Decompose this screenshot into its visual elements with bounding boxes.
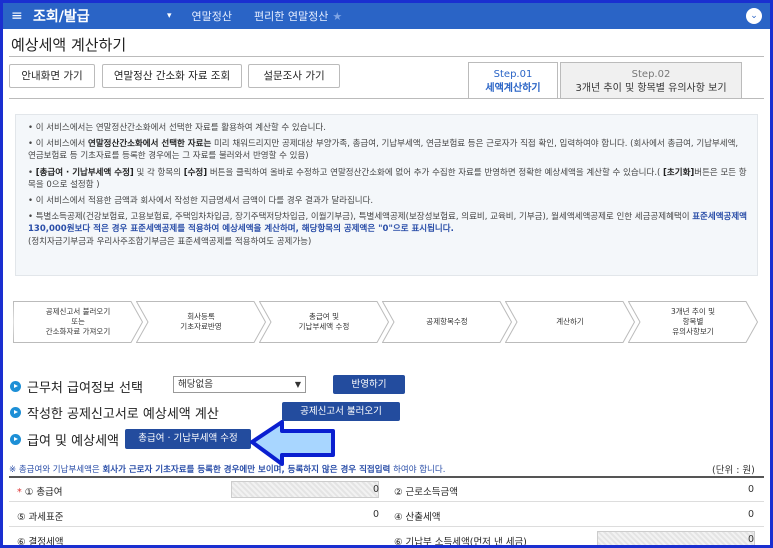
tab-step2-step: Step.02 (631, 69, 671, 80)
table-row: ⑤ 과세표준 0 ④ 산출세액 0 (9, 503, 764, 527)
info-line: • 이 서비스에서는 연말정산간소화에서 선택한 자료를 활용하여 계산할 수 … (28, 123, 326, 133)
determined-tax-label: ⑥ 결정세액 (17, 537, 64, 545)
calculated-tax-value: 0 (747, 509, 754, 520)
info-box: • 이 서비스에서는 연말정산간소화에서 선택한 자료를 활용하여 계산할 수 … (15, 114, 758, 276)
tax-base-label: ⑤ 과세표준 (17, 512, 64, 523)
process-step: 공제신고서 불러오기 또는 간소화자료 가져오기 (13, 301, 143, 343)
top-nav-bar: ≡ 조회/발급 ▾ 연말정산 편리한 연말정산 ★ ⌄ (3, 3, 770, 29)
info-line: • 이 서비스에서 적용한 금액과 회사에서 작성한 지급명세서 금액이 다를 … (28, 196, 374, 207)
tab-step2[interactable]: Step.02 3개년 추이 및 항목별 유의사항 보기 (560, 62, 742, 99)
table-row: ⑥ 결정세액 ⑥ 기납부 소득세액(먼저 낸 세금) 0 (9, 528, 764, 545)
breadcrumb-item-convenient[interactable]: 편리한 연말정산 (254, 8, 328, 24)
process-step: 총급여 및 기납부세액 수정 (259, 301, 389, 343)
section-label-salary: 급여 및 예상세액 (27, 434, 119, 449)
tab-step1-step: Step.01 (493, 69, 533, 80)
process-step-label: 공제신고서 불러오기 또는 간소화자료 가져오기 (45, 307, 111, 336)
tab-step2-label: 3개년 추이 및 항목별 유의사항 보기 (575, 83, 727, 94)
tab-divider (9, 98, 764, 99)
process-step-label: 공제항목수정 (426, 317, 468, 326)
bullet-arrow-icon (10, 381, 21, 392)
expand-chevron-icon[interactable]: ⌄ (746, 8, 762, 24)
process-step: 계산하기 (505, 301, 635, 343)
prepaid-tax-label: ⑥ 기납부 소득세액(먼저 낸 세금) (394, 537, 527, 545)
process-step: 공제항목수정 (382, 301, 512, 343)
top-menu-title[interactable]: 조회/발급 (33, 6, 153, 26)
workplace-select-value: 해당없음 (178, 379, 213, 390)
earned-income-value: 0 (747, 484, 754, 495)
bullet-arrow-icon (10, 407, 21, 418)
total-salary-label: * ① 총급여 (17, 487, 63, 498)
workplace-select[interactable]: 해당없음 ▼ (173, 376, 306, 393)
tax-base-value: 0 (372, 509, 379, 520)
simple-lookup-button[interactable]: 연말정산 간소화 자료 조회 (102, 64, 242, 88)
title-divider (9, 56, 764, 57)
unit-label: (단위 : 원) (712, 465, 755, 476)
prepaid-tax-value: 0 (747, 534, 754, 545)
guide-button[interactable]: 안내화면 가기 (9, 64, 95, 88)
total-salary-value: 0 (372, 484, 379, 495)
survey-button[interactable]: 설문조사 가기 (248, 64, 340, 88)
calculated-tax-label: ④ 산출세액 (394, 512, 441, 523)
process-steps: 공제신고서 불러오기 또는 간소화자료 가져오기 회사등록 기초자료반영 총급여 및 기납부… (13, 301, 758, 343)
process-step-label: 3개년 추이 및 항목별 유의사항보기 (670, 307, 716, 336)
info-line: • 특별소득공제(건강보험료, 고용보험료, 주택임차차입금, 장기주택저당차입… (28, 212, 747, 247)
earned-income-label: ② 근로소득금액 (394, 487, 458, 498)
tab-step1-label: 세액계산하기 (485, 83, 541, 94)
star-icon[interactable]: ★ (332, 10, 342, 23)
page-title: 예상세액 계산하기 (11, 36, 127, 54)
menu-icon[interactable]: ≡ (11, 8, 27, 24)
info-line: • [총급여 · 기납부세액 수정] 및 각 항목의 [수정] 버튼을 클릭하여… (28, 167, 747, 190)
info-line: • 이 서비스에서 연말정산간소화에서 선택한 자료는 미리 채워드리지만 공제… (28, 139, 739, 162)
load-deduction-button[interactable]: 공제신고서 불러오기 (282, 402, 400, 421)
process-step: 회사등록 기초자료반영 (136, 301, 266, 343)
section-label-workplace: 근무처 급여정보 선택 (27, 381, 143, 396)
process-step: 3개년 추이 및 항목별 유의사항보기 (628, 301, 758, 343)
chevron-down-icon: ▼ (294, 380, 301, 389)
edit-salary-tax-button[interactable]: 총급여 · 기납부세액 수정 (125, 429, 251, 449)
tab-step1[interactable]: Step.01 세액계산하기 (468, 62, 558, 99)
process-step-label: 회사등록 기초자료반영 (180, 312, 222, 331)
chevron-down-icon[interactable]: ▾ (167, 11, 172, 21)
apply-button[interactable]: 반영하기 (333, 375, 405, 394)
breadcrumb-item-yearend[interactable]: 연말정산 (192, 8, 232, 24)
section-label-deduction: 작성한 공제신고서로 예상세액 계산 (27, 407, 219, 422)
process-step-label: 총급여 및 기납부세액 수정 (298, 312, 350, 331)
table-row: * ① 총급여 0 ② 근로소득금액 0 (9, 478, 764, 502)
bullet-arrow-icon (10, 434, 21, 445)
process-step-label: 계산하기 (556, 317, 584, 326)
app-window: ≡ 조회/발급 ▾ 연말정산 편리한 연말정산 ★ ⌄ 예상세액 계산하기 안내… (3, 3, 770, 545)
salary-note: ※ 총급여와 기납부세액은 회사가 근로자 기초자료를 등록한 경우에만 보이며… (9, 465, 446, 475)
